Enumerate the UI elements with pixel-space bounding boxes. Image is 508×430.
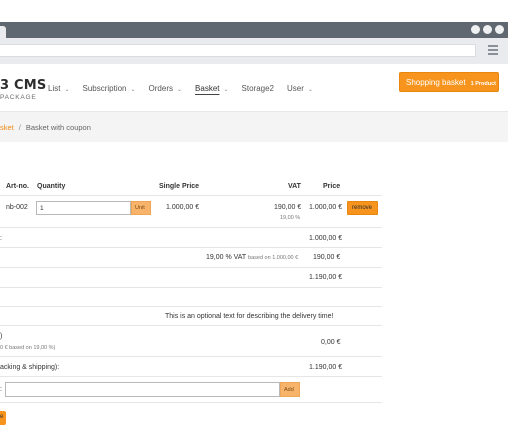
- window-dot-icon[interactable]: [483, 25, 492, 34]
- nav-item-storage2[interactable]: Storage2: [242, 84, 274, 93]
- item-vat-amount: 190,00 €: [274, 204, 302, 211]
- main-nav: List ⌄ Subscription ⌄ Orders ⌄ Basket ⌄ Stor…: [48, 84, 326, 93]
- shopping-basket-button[interactable]: Shopping basket 1 Product: [399, 72, 499, 92]
- subtotal-label: :: [0, 235, 2, 242]
- remove-button[interactable]: remove: [347, 201, 378, 215]
- site-header: 3 CMS PACKAGE List ⌄ Subscription ⌄ Orders…: [0, 64, 508, 112]
- hamburger-icon[interactable]: [488, 45, 498, 55]
- chevron-down-icon: ⌄: [130, 87, 136, 93]
- grand-total-label: acking & shipping):: [0, 364, 60, 371]
- browser-toolbar: [0, 38, 508, 64]
- item-single-price: 1.000,00 €: [166, 204, 200, 211]
- nav-item-user[interactable]: User ⌄: [287, 84, 313, 93]
- nav-item-list[interactable]: List ⌄: [48, 84, 69, 93]
- item-art-no: nb-002: [6, 204, 28, 211]
- chevron-down-icon: ⌄: [177, 87, 183, 93]
- browser-tab[interactable]: [0, 26, 6, 38]
- breadcrumb-current: Basket with coupon: [25, 123, 91, 132]
- chevron-down-icon: ⌄: [307, 87, 313, 93]
- total-value: 1.190,00 €: [309, 274, 343, 281]
- basket-button-label: Shopping basket: [406, 78, 466, 87]
- logo: 3 CMS: [0, 78, 47, 93]
- vat-line-label: 19,00 % VAT based on 1.000,00 €: [206, 254, 299, 261]
- breadcrumb-separator: /: [18, 123, 21, 132]
- window-controls: [471, 25, 504, 34]
- item-price: 1.000,00 €: [309, 204, 343, 211]
- browser-titlebar: [0, 22, 508, 38]
- col-header-quantity: Quantity: [37, 183, 66, 190]
- nav-item-subscription[interactable]: Subscription ⌄: [82, 84, 135, 93]
- quantity-input[interactable]: 1: [36, 201, 131, 215]
- delivery-text: This is an optional text for describing …: [165, 313, 334, 320]
- shipping-label: ): [0, 333, 3, 340]
- page-backdrop: [0, 0, 508, 22]
- window-dot-icon[interactable]: [495, 25, 504, 34]
- spacer-row: [0, 288, 382, 307]
- coupon-input[interactable]: [5, 382, 280, 397]
- window-dot-icon[interactable]: [471, 25, 480, 34]
- logo-subtitle: PACKAGE: [0, 94, 37, 101]
- breadcrumb: sket / Basket with coupon: [0, 112, 508, 142]
- coupon-label: :: [0, 386, 2, 393]
- breadcrumb-link[interactable]: sket: [0, 123, 14, 132]
- subtotal-value: 1.000,00 €: [309, 235, 343, 242]
- chevron-down-icon: ⌄: [223, 87, 229, 93]
- col-header-vat: VAT: [288, 183, 301, 190]
- submit-button[interactable]: e: [0, 411, 6, 425]
- item-vat-rate: 19,00 %: [280, 215, 301, 221]
- vat-line-value: 190,00 €: [313, 254, 341, 261]
- shipping-value: 0,00 €: [321, 339, 341, 346]
- add-coupon-button[interactable]: Add: [280, 382, 300, 397]
- address-bar[interactable]: [0, 44, 476, 57]
- shipping-sub: 0 € based on 19,00 %): [0, 345, 56, 351]
- chevron-down-icon: ⌄: [64, 87, 70, 93]
- col-header-single-price: Single Price: [159, 183, 200, 190]
- grand-total-value: 1.190,00 €: [309, 364, 343, 371]
- unit-button[interactable]: Unit: [131, 201, 151, 215]
- nav-item-basket[interactable]: Basket ⌄: [195, 84, 229, 93]
- col-header-art-no: Art-no.: [6, 183, 29, 190]
- basket-count-badge: 1 Product: [470, 81, 496, 87]
- nav-item-orders[interactable]: Orders ⌄: [149, 84, 182, 93]
- col-header-price: Price: [323, 183, 341, 190]
